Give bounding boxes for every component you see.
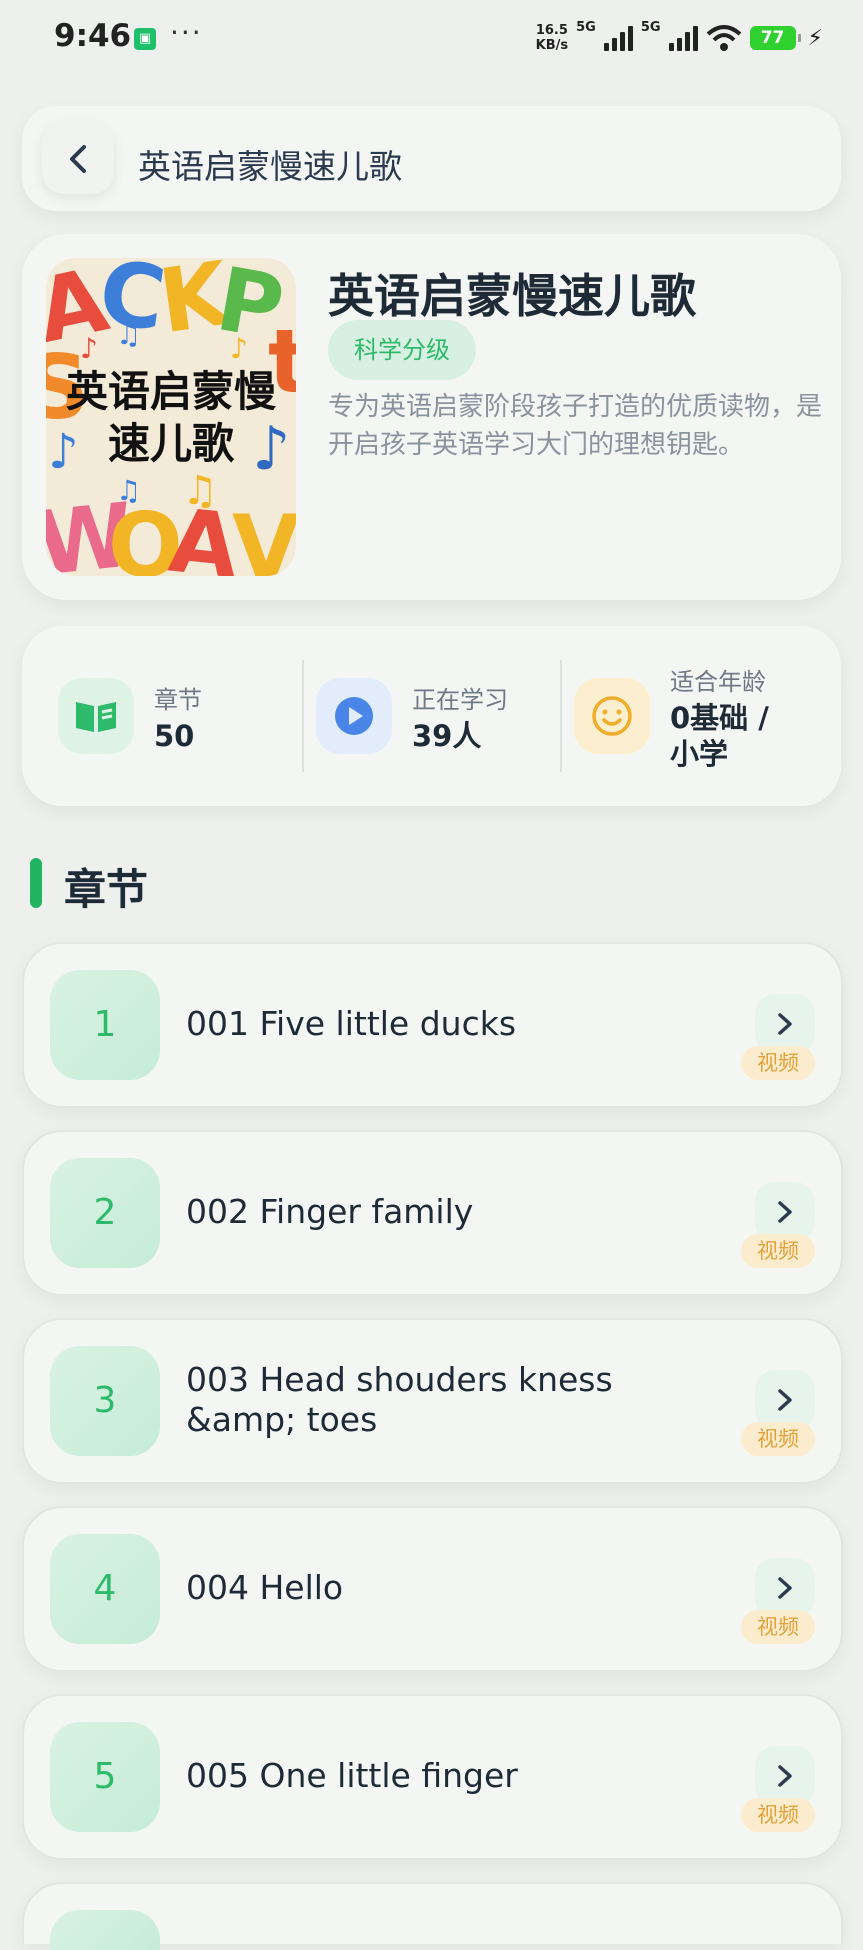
- chevron-right-icon: [778, 1201, 792, 1223]
- stat-learners-value: 39人: [412, 719, 482, 753]
- video-badge: 视频: [741, 1234, 815, 1268]
- book-title: 英语启蒙慢速儿歌: [328, 269, 696, 323]
- section-title: 章节: [64, 865, 149, 914]
- level-tag: 科学分级: [328, 320, 476, 380]
- chapter-open-button[interactable]: [755, 1182, 815, 1242]
- chevron-right-icon: [778, 1577, 792, 1599]
- chevron-right-icon: [778, 1013, 792, 1035]
- stat-chapters-label: 章节: [154, 686, 202, 714]
- cover-title-text: 英语启蒙慢速儿歌: [65, 367, 276, 468]
- more-notifications-icon: ···: [170, 16, 203, 49]
- stat-learners-label: 正在学习: [412, 686, 508, 714]
- chapter-title: 005 One little finger: [186, 1756, 518, 1795]
- chapter-title: 004 Hello: [186, 1568, 344, 1607]
- chapter-item[interactable]: 2 002 Finger family 视频: [22, 1130, 843, 1296]
- stat-age: 适合年龄 0基础 / 小学: [538, 626, 838, 806]
- charging-icon: ⚡: [807, 25, 823, 51]
- book-cover-image: A C K P t S W O A V ♪ ♫ ♪ ♪ ♪ ♫ ♫ 英语启蒙慢速…: [46, 258, 296, 576]
- status-time: 9:46: [54, 18, 132, 54]
- signal-icon-2: [668, 25, 698, 51]
- chapter-item[interactable]: 4 004 Hello 视频: [22, 1506, 843, 1672]
- chapter-number: 1: [50, 970, 160, 1080]
- chevron-left-icon: [70, 145, 86, 173]
- chapter-number: [50, 1910, 160, 1950]
- chapter-item[interactable]: 3 003 Head shouders kness &amp; toes 视频: [22, 1318, 843, 1484]
- stat-age-value: 0基础 / 小学: [670, 701, 769, 771]
- chapter-item[interactable]: 5 005 One little finger 视频: [22, 1694, 843, 1860]
- chapter-number: 2: [50, 1158, 160, 1268]
- app-notification-icon: ▣: [134, 28, 156, 50]
- video-badge: 视频: [741, 1798, 815, 1832]
- video-badge: 视频: [741, 1422, 815, 1456]
- wifi-icon: [706, 25, 741, 51]
- chapter-number: 5: [50, 1722, 160, 1832]
- book-description: 专为英语启蒙阶段孩子打造的优质读物，是开启孩子英语学习大门的理想钥匙。: [328, 392, 823, 460]
- page-title: 英语启蒙慢速儿歌: [138, 147, 402, 186]
- speed-value: 16.5: [535, 23, 568, 38]
- status-indicators: 16.5 KB/s 5G 5G 77 ⚡: [536, 18, 823, 58]
- chevron-right-icon: [778, 1765, 792, 1787]
- status-bar: 9:46 ▣ ··· 16.5 KB/s 5G 5G 77 ⚡: [0, 0, 863, 76]
- signal-icon: [603, 25, 633, 51]
- video-badge: 视频: [741, 1046, 815, 1080]
- chapter-number: 3: [50, 1346, 160, 1456]
- chapter-open-button[interactable]: [755, 1746, 815, 1806]
- chevron-right-icon: [778, 1389, 792, 1411]
- network-speed: 16.5 KB/s: [536, 23, 568, 53]
- chapter-number: 4: [50, 1534, 160, 1644]
- chapter-open-button[interactable]: [755, 1370, 815, 1430]
- chapter-open-button[interactable]: [755, 994, 815, 1054]
- network-type-2: 5G: [640, 20, 661, 35]
- back-button[interactable]: [42, 122, 114, 194]
- play-icon: [316, 678, 392, 754]
- chapter-title: 002 Finger family: [186, 1192, 474, 1231]
- stat-learners: 正在学习 39人: [280, 626, 560, 806]
- network-type-1: 5G: [576, 20, 596, 35]
- smile-icon: [574, 678, 650, 754]
- chapter-item[interactable]: 1 001 Five little ducks 视频: [22, 942, 843, 1108]
- chapter-title: 003 Head shouders kness &amp; toes: [186, 1360, 613, 1439]
- battery-icon: 77: [749, 26, 801, 50]
- book-icon: [58, 678, 134, 754]
- stat-age-label: 适合年龄: [670, 668, 766, 696]
- chapter-title: 001 Five little ducks: [186, 1004, 517, 1043]
- video-badge: 视频: [741, 1610, 815, 1644]
- speed-unit: KB/s: [535, 38, 569, 53]
- chapter-item[interactable]: [22, 1882, 843, 1950]
- chapter-open-button[interactable]: [755, 1558, 815, 1618]
- stat-chapters-value: 50: [154, 719, 195, 753]
- section-accent-bar: [30, 858, 42, 908]
- book-info-card: A C K P t S W O A V ♪ ♫ ♪ ♪ ♪ ♫ ♫ 英语启蒙慢速…: [22, 234, 841, 600]
- top-bar: 英语启蒙慢速儿歌: [22, 106, 841, 211]
- stat-chapters: 章节 50: [22, 626, 302, 806]
- stats-card: 章节 50 正在学习 39人 适合年龄 0基础 / 小学: [22, 626, 841, 806]
